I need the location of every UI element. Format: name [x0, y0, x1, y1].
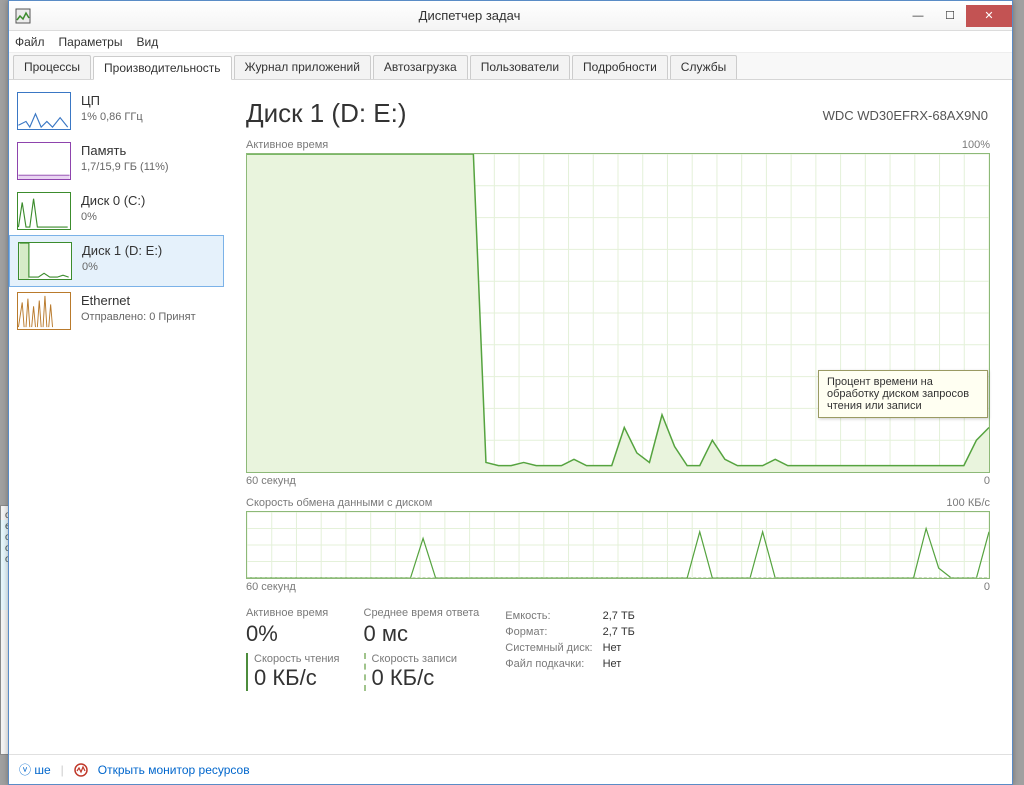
tab-processes[interactable]: Процессы	[13, 55, 91, 79]
stat-write-value: 0 КБ/с	[372, 665, 480, 691]
chart1-ymax: 100%	[962, 139, 990, 151]
sidebar-item-ethernet[interactable]: EthernetОтправлено: 0 Принят	[9, 286, 224, 336]
sidebar-item-disk0[interactable]: Диск 0 (C:)0%	[9, 186, 224, 236]
menu-file[interactable]: Файл	[15, 35, 45, 49]
sidebar-item-label: Память	[81, 142, 169, 160]
sidebar-item-sub: 0%	[82, 260, 162, 275]
footer: ⓥ ше | Открыть монитор ресурсов	[9, 754, 1012, 784]
sidebar-item-label: Диск 1 (D: E:)	[82, 242, 162, 260]
tab-startup[interactable]: Автозагрузка	[373, 55, 468, 79]
tab-details[interactable]: Подробности	[572, 55, 668, 79]
sidebar-item-sub: 1% 0,86 ГГц	[81, 110, 143, 125]
performance-detail: Диск 1 (D: E:) WDC WD30EFRX-68AX9N0 Акти…	[224, 80, 1012, 754]
sidebar-item-label: Диск 0 (C:)	[81, 192, 145, 210]
chart-tooltip: Процент времени на обработку диском запр…	[818, 370, 988, 418]
sidebar-item-sub: 0%	[81, 210, 145, 225]
tab-strip: Процессы Производительность Журнал прило…	[9, 53, 1012, 80]
sidebar-item-sub: 1,7/15,9 ГБ (11%)	[81, 160, 169, 175]
stat-read-label: Скорость чтения	[254, 653, 340, 665]
menu-options[interactable]: Параметры	[59, 35, 123, 49]
info-capacity-label: Емкость:	[505, 609, 600, 623]
menubar: Файл Параметры Вид	[9, 31, 1012, 53]
sidebar-item-cpu[interactable]: ЦП1% 0,86 ГГц	[9, 86, 224, 136]
info-system-value: Нет	[603, 641, 643, 655]
chart2-ymax: 100 КБ/с	[946, 497, 990, 509]
disk-sparkline-icon	[18, 193, 70, 229]
info-pagefile-value: Нет	[603, 657, 643, 671]
menu-view[interactable]: Вид	[136, 35, 158, 49]
window-title: Диспетчер задач	[37, 8, 902, 23]
stat-active-value: 0%	[246, 621, 340, 647]
chart-x-left: 60 секунд	[246, 581, 296, 593]
minimize-button[interactable]: —	[902, 5, 934, 27]
performance-sidebar: ЦП1% 0,86 ГГц Память1,7/15,9 ГБ (11%) Ди…	[9, 80, 224, 754]
divider: |	[61, 763, 64, 777]
tab-users[interactable]: Пользователи	[470, 55, 570, 79]
disk-model: WDC WD30EFRX-68AX9N0	[823, 108, 988, 123]
info-system-label: Системный диск:	[505, 641, 600, 655]
task-manager-window: Диспетчер задач — ☐ ✕ Файл Параметры Вид…	[8, 0, 1013, 785]
tab-performance[interactable]: Производительность	[93, 56, 231, 80]
maximize-button[interactable]: ☐	[934, 5, 966, 27]
info-formatted-label: Формат:	[505, 625, 600, 639]
monitor-icon	[74, 763, 88, 777]
close-button[interactable]: ✕	[966, 5, 1012, 27]
sidebar-item-memory[interactable]: Память1,7/15,9 ГБ (11%)	[9, 136, 224, 186]
fewer-details-toggle[interactable]: ⓥ ше	[19, 761, 51, 778]
sidebar-item-label: ЦП	[81, 92, 143, 110]
memory-sparkline-icon	[18, 143, 70, 179]
stat-response-label: Среднее время ответа	[364, 607, 480, 619]
info-capacity-value: 2,7 ТБ	[603, 609, 643, 623]
chart-x-right: 0	[984, 581, 990, 593]
sidebar-item-sub: Отправлено: 0 Принят	[81, 310, 196, 325]
disk-info-table: Емкость:2,7 ТБ Формат:2,7 ТБ Системный д…	[503, 607, 645, 673]
open-resource-monitor-link[interactable]: Открыть монитор ресурсов	[98, 763, 250, 777]
info-formatted-value: 2,7 ТБ	[603, 625, 643, 639]
chart-x-right: 0	[984, 475, 990, 487]
tab-services[interactable]: Службы	[670, 55, 737, 79]
active-time-chart[interactable]	[246, 153, 990, 473]
sidebar-item-label: Ethernet	[81, 292, 196, 310]
tab-app-history[interactable]: Журнал приложений	[234, 55, 371, 79]
chart1-label: Активное время	[246, 139, 328, 151]
stat-active-label: Активное время	[246, 607, 340, 619]
titlebar[interactable]: Диспетчер задач — ☐ ✕	[9, 1, 1012, 31]
chart-x-left: 60 секунд	[246, 475, 296, 487]
ethernet-sparkline-icon	[18, 293, 70, 329]
stats-row: Активное время 0% Скорость чтения 0 КБ/с…	[246, 607, 990, 691]
stat-response-value: 0 мс	[364, 621, 480, 647]
disk-sparkline-icon	[19, 243, 71, 279]
transfer-rate-chart[interactable]	[246, 511, 990, 579]
cpu-sparkline-icon	[18, 93, 70, 129]
sidebar-item-disk1[interactable]: Диск 1 (D: E:)0%	[9, 235, 224, 287]
app-icon	[15, 8, 31, 24]
stat-read-value: 0 КБ/с	[254, 665, 340, 691]
info-pagefile-label: Файл подкачки:	[505, 657, 600, 671]
chart2-label: Скорость обмена данными с диском	[246, 497, 432, 509]
stat-write-label: Скорость записи	[372, 653, 480, 665]
